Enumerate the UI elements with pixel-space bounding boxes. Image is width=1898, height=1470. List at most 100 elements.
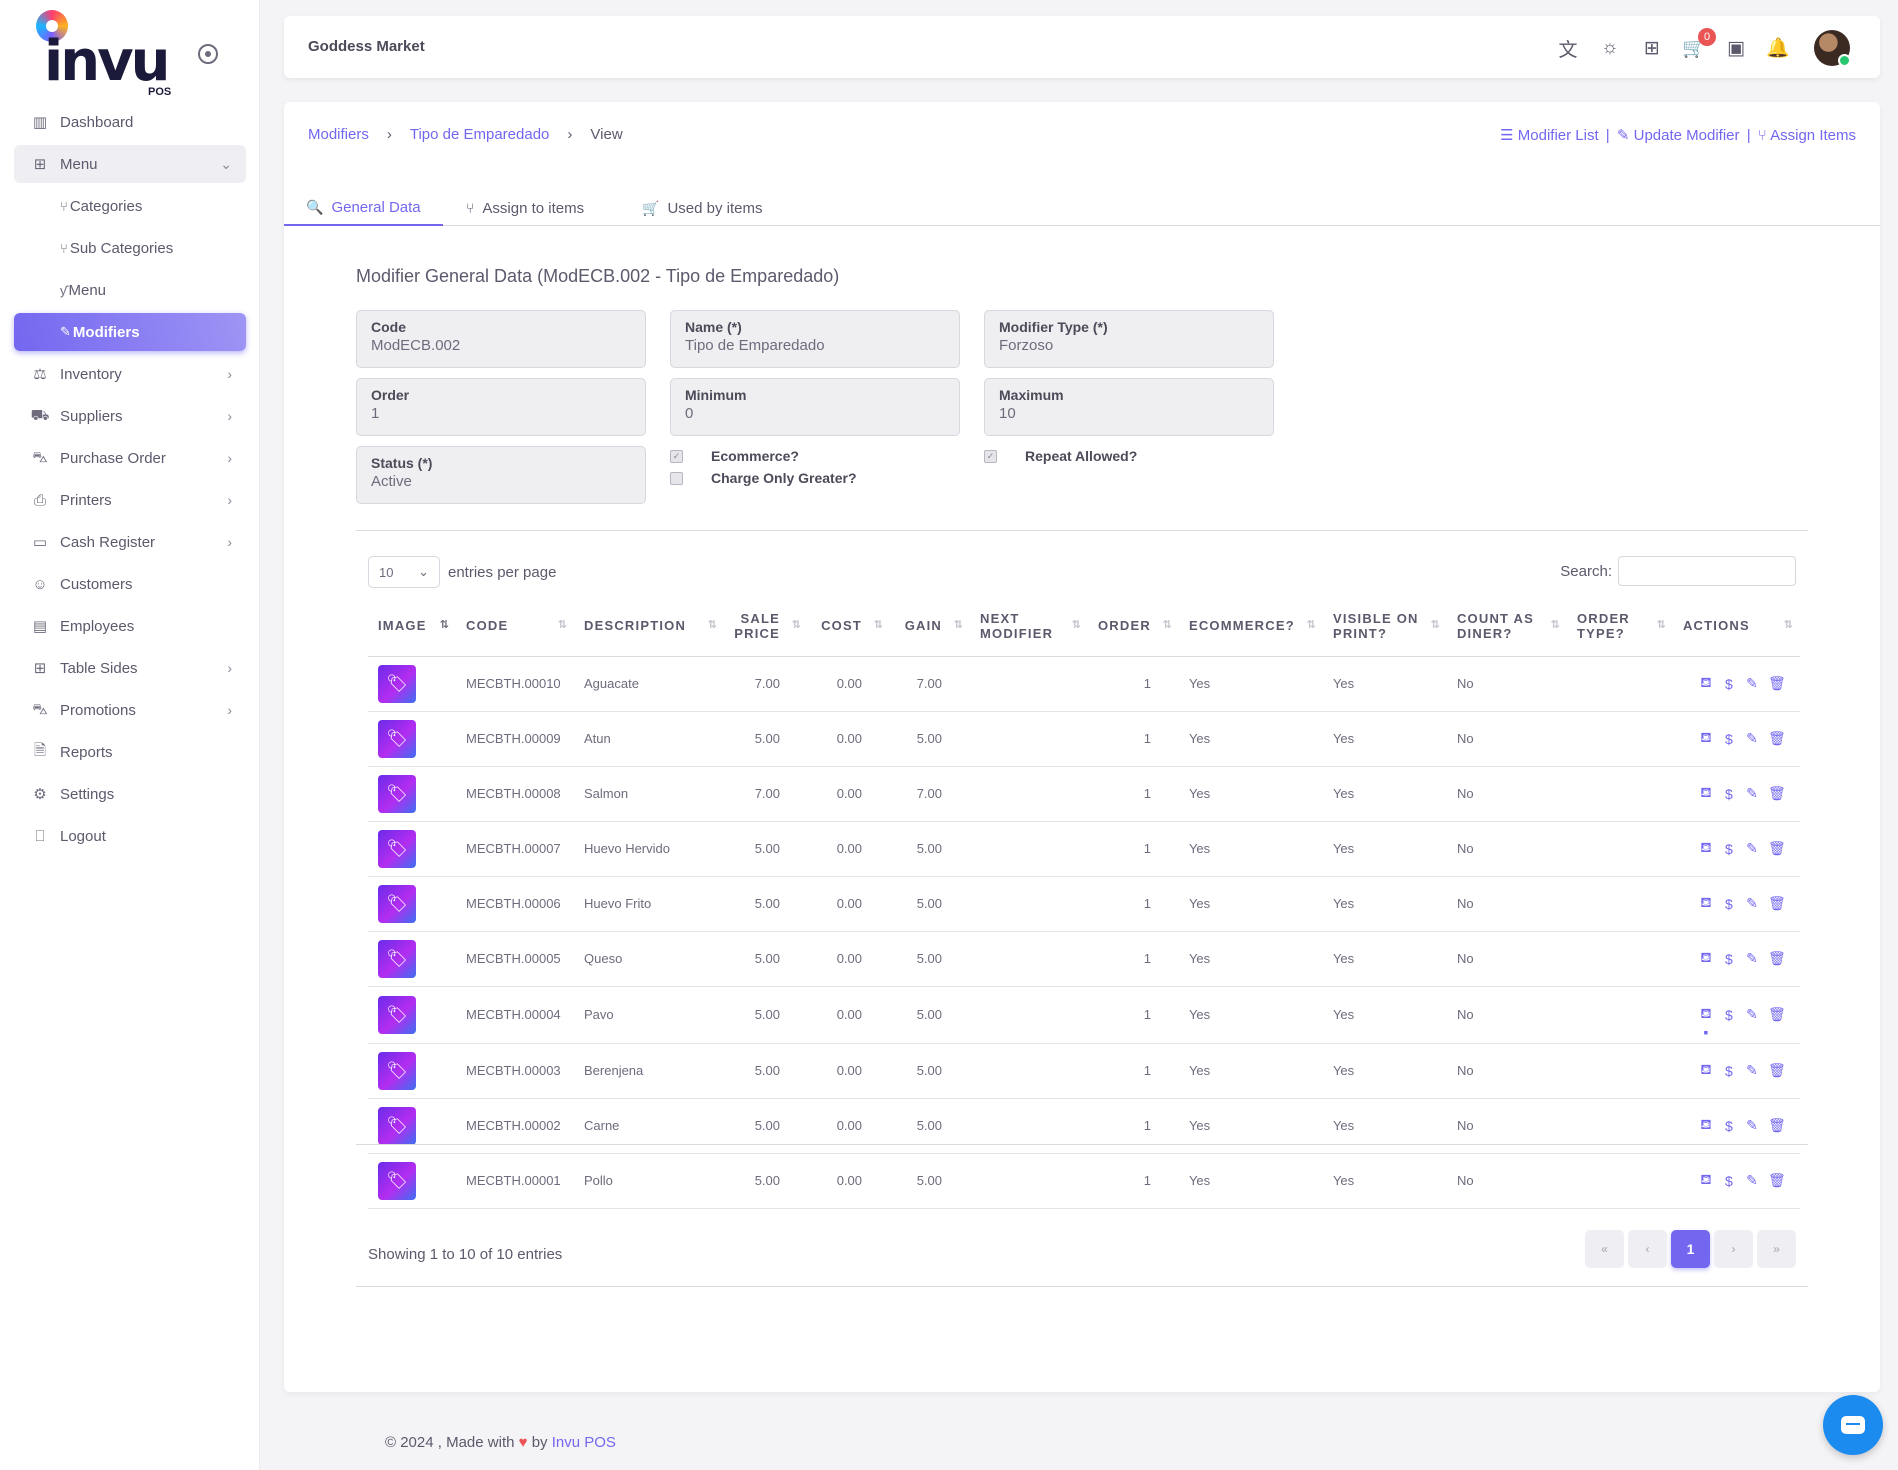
ecommerce-checkbox[interactable]: ✓ Ecommerce? <box>670 448 799 464</box>
trash-icon[interactable]: 🗑 <box>1768 1062 1786 1079</box>
sidebar-item-table-sides[interactable]: ⊞ Table Sides › <box>14 649 246 687</box>
edit-icon[interactable]: ✎ <box>1745 1006 1759 1023</box>
last-page-button[interactable]: » <box>1757 1230 1796 1268</box>
tab-used-by-items[interactable]: 🛒 Used by items <box>620 190 784 226</box>
sidebar-item-reports[interactable]: 🗎 Reports <box>14 733 246 771</box>
edit-icon[interactable]: ✎ <box>1745 675 1759 692</box>
page-size-select[interactable]: 10 ⌄ <box>368 556 440 588</box>
assign-items-link[interactable]: Assign Items <box>1770 127 1856 144</box>
col-cost[interactable]: COST ⇅ <box>808 596 890 657</box>
cart-icon[interactable]: 🛒 0 <box>1680 28 1716 62</box>
price-icon[interactable]: $ <box>1722 951 1736 967</box>
tag-icon[interactable]: 🏷 <box>378 995 416 1034</box>
next-page-button[interactable]: › <box>1714 1230 1753 1268</box>
col-description[interactable]: DESCRIPTION ⇅ <box>574 596 724 657</box>
sidebar-item-employees[interactable]: ▤ Employees <box>14 607 246 645</box>
price-icon[interactable]: $ <box>1722 731 1736 747</box>
order-field[interactable]: Order 1 <box>356 378 646 436</box>
modifier-type-field[interactable]: Modifier Type (*) Forzoso <box>984 310 1274 368</box>
maximum-field[interactable]: Maximum 10 <box>984 378 1274 436</box>
basket-icon[interactable]: ⛾ <box>1699 674 1713 693</box>
basket-icon[interactable]: ⛾ <box>1699 1005 1713 1024</box>
trash-icon[interactable]: 🗑 <box>1768 840 1786 857</box>
archive-icon[interactable]: ▣ <box>1722 34 1750 62</box>
price-icon[interactable]: $ <box>1722 786 1736 802</box>
first-page-button[interactable]: « <box>1585 1230 1624 1268</box>
edit-icon[interactable]: ✎ <box>1745 1117 1759 1134</box>
document-icon[interactable]: ▪ <box>1699 1024 1713 1040</box>
name-field[interactable]: Name (*) Tipo de Emparedado <box>670 310 960 368</box>
tag-icon[interactable]: 🏷 <box>378 884 416 923</box>
bell-icon[interactable]: 🔔 <box>1764 34 1792 62</box>
prev-page-button[interactable]: ‹ <box>1628 1230 1667 1268</box>
translate-icon[interactable]: 文 <box>1554 34 1582 62</box>
sidebar-item-logout[interactable]: ⎕ Logout <box>14 817 246 855</box>
edit-icon[interactable]: ✎ <box>1745 840 1759 857</box>
price-icon[interactable]: $ <box>1722 841 1736 857</box>
edit-icon[interactable]: ✎ <box>1745 895 1759 912</box>
price-icon[interactable]: $ <box>1722 1118 1736 1134</box>
minimum-field[interactable]: Minimum 0 <box>670 378 960 436</box>
edit-icon[interactable]: ✎ <box>1745 950 1759 967</box>
sun-icon[interactable]: ☼ <box>1596 34 1624 62</box>
col-sale-price[interactable]: SALE PRICE ⇅ <box>724 596 808 657</box>
trash-icon[interactable]: 🗑 <box>1768 1006 1786 1023</box>
footer-link[interactable]: Invu POS <box>552 1434 616 1451</box>
tag-icon[interactable]: 🏷 <box>378 719 416 758</box>
col-image[interactable]: IMAGE ⇅ <box>368 596 456 657</box>
basket-icon[interactable]: ⛾ <box>1699 839 1713 858</box>
price-icon[interactable]: $ <box>1722 1063 1736 1079</box>
col-visible-on-print[interactable]: VISIBLE ON PRINT? ⇅ <box>1322 596 1447 657</box>
edit-icon[interactable]: ✎ <box>1745 730 1759 747</box>
sidebar-item-suppliers[interactable]: ⛟ Suppliers › <box>14 397 246 435</box>
basket-icon[interactable]: ⛾ <box>1699 729 1713 748</box>
sidebar-item-customers[interactable]: ☺ Customers <box>14 565 246 603</box>
price-icon[interactable]: $ <box>1722 1007 1736 1023</box>
search-input[interactable] <box>1618 556 1796 586</box>
price-icon[interactable]: $ <box>1722 676 1736 692</box>
sidebar-item-printers[interactable]: ⎙ Printers › <box>14 481 246 519</box>
price-icon[interactable]: $ <box>1722 896 1736 912</box>
sidebar-item-inventory[interactable]: ⚖ Inventory › <box>14 355 246 393</box>
repeat-allowed-checkbox[interactable]: ✓ Repeat Allowed? <box>984 448 1137 464</box>
sidebar-item-promotions[interactable]: ⛍ Promotions › <box>14 691 246 729</box>
trash-icon[interactable]: 🗑 <box>1768 950 1786 967</box>
trash-icon[interactable]: 🗑 <box>1768 785 1786 802</box>
breadcrumb-modifiers-link[interactable]: Modifiers <box>308 126 369 143</box>
trash-icon[interactable]: 🗑 <box>1768 675 1786 692</box>
sidebar-item-cash-register[interactable]: ▭ Cash Register › <box>14 523 246 561</box>
sidebar-toggle-icon[interactable] <box>198 44 218 64</box>
sidebar-item-purchase-order[interactable]: ⛍ Purchase Order › <box>14 439 246 477</box>
charge-only-greater-checkbox[interactable]: Charge Only Greater? <box>670 470 857 486</box>
basket-icon[interactable]: ⛾ <box>1699 949 1713 968</box>
tag-icon[interactable]: 🏷 <box>378 829 416 868</box>
tab-general-data[interactable]: 🔍 General Data <box>284 190 443 226</box>
basket-icon[interactable]: ⛾ <box>1699 1171 1713 1190</box>
sidebar-item-settings[interactable]: ⚙ Settings <box>14 775 246 813</box>
col-count-as-diner[interactable]: COUNT AS DINER? ⇅ <box>1446 596 1567 657</box>
tab-assign-to-items[interactable]: ⑂ Assign to items <box>444 190 606 226</box>
apps-grid-icon[interactable]: ⊞ <box>1638 34 1666 62</box>
basket-icon[interactable]: ⛾ <box>1699 784 1713 803</box>
edit-icon[interactable]: ✎ <box>1745 1062 1759 1079</box>
basket-icon[interactable]: ⛾ <box>1699 894 1713 913</box>
col-order-type[interactable]: ORDER TYPE? ⇅ <box>1566 596 1673 657</box>
sidebar-item-menu-list[interactable]: ƴ Menu <box>14 271 246 309</box>
tag-icon[interactable]: 🏷 <box>378 664 416 703</box>
update-modifier-link[interactable]: Update Modifier <box>1634 127 1740 144</box>
brand-logo[interactable]: invu POS <box>36 10 186 100</box>
tag-icon[interactable]: 🏷 <box>378 1106 416 1145</box>
tag-icon[interactable]: 🏷 <box>378 1161 416 1200</box>
trash-icon[interactable]: 🗑 <box>1768 730 1786 747</box>
edit-icon[interactable]: ✎ <box>1745 785 1759 802</box>
tag-icon[interactable]: 🏷 <box>378 939 416 978</box>
col-actions[interactable]: ACTIONS ⇅ <box>1672 596 1800 657</box>
price-icon[interactable]: $ <box>1722 1173 1736 1189</box>
col-gain[interactable]: GAIN ⇅ <box>890 596 970 657</box>
col-ecommerce[interactable]: ECOMMERCE? ⇅ <box>1178 596 1323 657</box>
col-code[interactable]: CODE ⇅ <box>456 596 574 657</box>
modifier-list-link[interactable]: Modifier List <box>1518 127 1599 144</box>
trash-icon[interactable]: 🗑 <box>1768 895 1786 912</box>
sidebar-item-sub-categories[interactable]: ⑂ Sub Categories <box>14 229 246 267</box>
breadcrumb-modifier-link[interactable]: Tipo de Emparedado <box>410 126 550 143</box>
